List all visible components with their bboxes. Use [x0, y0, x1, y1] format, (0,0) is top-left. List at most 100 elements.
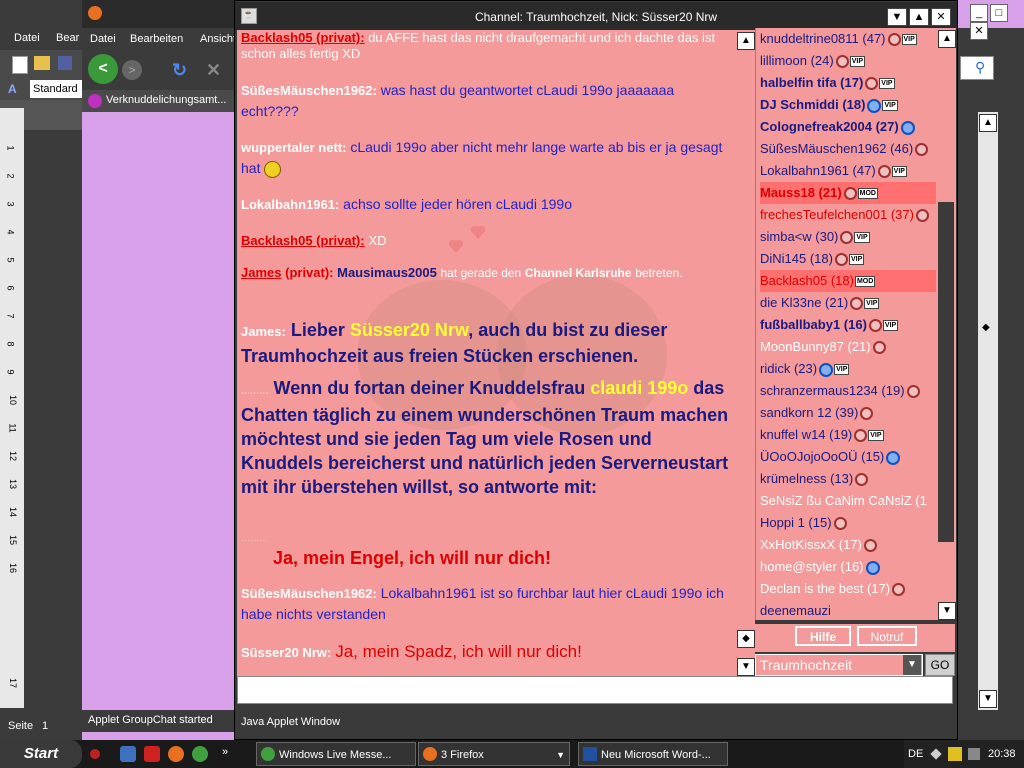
user-list-item[interactable]: sandkorn 12 (39) [760, 402, 874, 424]
scroll-up-icon[interactable]: ▲ [979, 114, 997, 132]
message-nick[interactable]: James [241, 265, 281, 280]
minimize-icon[interactable]: _ [970, 4, 988, 22]
user-list-item[interactable]: home@styler (16) [760, 556, 880, 578]
female-icon [887, 33, 901, 47]
reload-icon[interactable]: ↻ [172, 60, 187, 81]
scroll-down-icon[interactable]: ▼ [737, 658, 755, 676]
style-dropdown[interactable]: Standard [30, 80, 82, 98]
user-list-item[interactable]: frechesTeufelchen001 (37) [760, 204, 929, 226]
open-folder-icon[interactable] [34, 56, 50, 70]
go-button[interactable]: GO [925, 654, 955, 676]
user-list-item[interactable]: schranzermaus1234 (19) [760, 380, 920, 402]
page-scrollbar[interactable]: ▲ ◆ ▼ [978, 112, 998, 710]
tray-arrow-icon[interactable] [930, 748, 942, 760]
style-format-icon[interactable]: A [8, 82, 17, 96]
user-list-item[interactable]: fußballbaby1 (16) VIP [760, 314, 899, 336]
scroll-up-icon[interactable]: ▲ [737, 32, 755, 50]
user-list-item[interactable]: Lokalbahn1961 (47) VIP [760, 160, 907, 182]
help-button[interactable]: Hilfe [795, 626, 851, 646]
close-icon[interactable]: ✕ [970, 22, 988, 40]
channel-select[interactable]: Traumhochzeit [755, 654, 923, 676]
message-nick[interactable]: Lokalbahn1961: [241, 197, 339, 212]
user-list-item[interactable]: Mauss18 (21) MOD [760, 182, 936, 204]
user-list-item[interactable]: lillimoon (24) VIP [760, 50, 865, 72]
user-name: SüßesMäuschen1962 (46) [760, 141, 914, 156]
system-tray: DE 20:38 [904, 740, 1024, 768]
scroll-thumb-icon[interactable]: ◆ [982, 322, 990, 333]
new-document-icon[interactable] [12, 56, 28, 74]
emergency-button[interactable]: Notruf [857, 626, 917, 646]
forward-arrow-icon[interactable]: > [122, 60, 142, 80]
task-word[interactable]: Neu Microsoft Word-... [578, 742, 728, 766]
desktop-icon[interactable] [120, 746, 136, 762]
close-icon[interactable]: ✕ [931, 8, 951, 26]
female-icon [865, 77, 879, 91]
message-nick[interactable]: wuppertaler nett: [241, 140, 346, 155]
message-nick[interactable]: SüßesMäuschen1962: [241, 83, 377, 98]
app-launch-icon[interactable] [144, 746, 160, 762]
user-list-item[interactable]: ridick (23) VIP [760, 358, 850, 380]
maximize-icon[interactable]: ▲ [909, 8, 929, 26]
scroll-up-icon[interactable]: ▲ [938, 30, 956, 48]
start-button[interactable]: Start [0, 740, 82, 768]
user-list-item[interactable]: SeNsiZ ßu CaNim CaNsiZ (1 [760, 490, 927, 512]
ff-menu-ansicht[interactable]: Ansicht [200, 33, 236, 45]
firefox-icon[interactable] [168, 746, 184, 762]
search-input[interactable]: ⚲ [960, 56, 994, 80]
user-list-item[interactable]: die Kl33ne (21) VIP [760, 292, 880, 314]
messenger-icon[interactable] [192, 746, 208, 762]
back-arrow-icon[interactable]: < [88, 54, 118, 84]
task-messenger[interactable]: Windows Live Messe... [256, 742, 416, 766]
search-icon[interactable]: ⚲ [975, 59, 985, 76]
chat-input[interactable] [237, 676, 953, 704]
user-list-item[interactable]: Colognefreak2004 (27) [760, 116, 915, 138]
ruler-number: 13 [8, 478, 19, 490]
more-launch-icon[interactable]: » [222, 746, 228, 758]
female-icon [872, 341, 886, 355]
user-list-item[interactable]: DJ Schmiddi (18) VIP [760, 94, 898, 116]
minimize-icon[interactable]: ▼ [887, 8, 907, 26]
ff-menu-bearbeiten[interactable]: Bearbeiten [130, 33, 183, 45]
message-nick[interactable]: James: [241, 324, 286, 339]
user-list-item[interactable]: Declan is the best (17) [760, 578, 906, 600]
chat-scrollbar[interactable]: ▲ ◆ ▼ [737, 30, 755, 676]
volume-icon[interactable] [968, 748, 980, 760]
scroll-lock-icon[interactable]: ◆ [737, 630, 755, 648]
message-nick[interactable]: Süsser20 Nrw: [241, 645, 331, 660]
message-nick[interactable]: Backlash05 (privat): [241, 30, 365, 45]
save-disk-icon[interactable] [58, 56, 72, 70]
word-menu-bearbeiten[interactable]: Bear [56, 32, 79, 44]
user-list-item[interactable]: ÜOoOJojoOoOÜ (15) [760, 446, 901, 468]
user-list-item[interactable]: XxHotKissxX (17) [760, 534, 877, 556]
message-nick[interactable]: SüßesMäuschen1962: [241, 586, 377, 601]
security-shield-icon[interactable] [948, 747, 962, 761]
user-name: sandkorn 12 (39) [760, 405, 859, 420]
ff-menu-datei[interactable]: Datei [90, 33, 116, 45]
scroll-down-icon[interactable]: ▼ [979, 690, 997, 708]
user-list-item[interactable]: SüßesMäuschen1962 (46) [760, 138, 929, 160]
language-indicator[interactable]: DE [908, 740, 923, 768]
user-list-item[interactable]: MoonBunny87 (21) [760, 336, 886, 358]
user-list-item[interactable]: Backlash05 (18) MOD [760, 270, 936, 292]
message-nick[interactable]: Backlash05 (privat): [241, 233, 365, 248]
user-list-item[interactable]: knuffel w14 (19) VIP [760, 424, 884, 446]
stop-icon[interactable]: ✕ [206, 60, 221, 81]
user-list-item[interactable]: knuddeltrine0811 (47) VIP [760, 28, 917, 50]
user-list-item[interactable]: halbelfin tifa (17) VIP [760, 72, 895, 94]
user-list-item[interactable]: krümelness (13) [760, 468, 869, 490]
system-icon[interactable] [90, 749, 100, 759]
user-list-item[interactable]: Hoppi 1 (15) [760, 512, 847, 534]
scroll-down-icon[interactable]: ▼ [938, 602, 956, 620]
user-list-item[interactable]: deenemauzi [760, 600, 831, 620]
user-list-scroll-thumb[interactable] [938, 202, 954, 542]
task-firefox[interactable]: 3 Firefox ▼ [418, 742, 570, 766]
user-list-item[interactable]: DiNi145 (18) VIP [760, 248, 865, 270]
chevron-down-icon[interactable]: ▼ [903, 655, 921, 675]
user-badge: MOD [857, 188, 878, 200]
user-list-item[interactable]: simba<w (30) VIP [760, 226, 870, 248]
maximize-icon[interactable]: □ [990, 4, 1008, 22]
message-user[interactable]: Mausimaus2005 [337, 265, 437, 280]
firefox-bookmark-tab[interactable]: Verknuddelichungsamt... [82, 90, 234, 112]
word-menu-datei[interactable]: Datei [14, 32, 40, 44]
message-channel[interactable]: Channel Karlsruhe [525, 266, 632, 280]
